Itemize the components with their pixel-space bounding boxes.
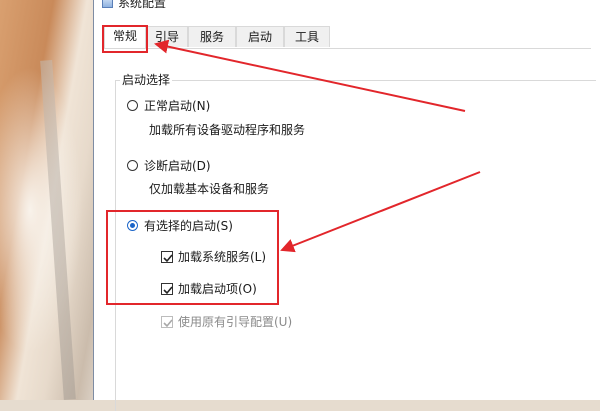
arrow-icon — [280, 171, 481, 253]
annotation-arrows — [154, 39, 481, 253]
arrow-icon — [154, 39, 466, 112]
